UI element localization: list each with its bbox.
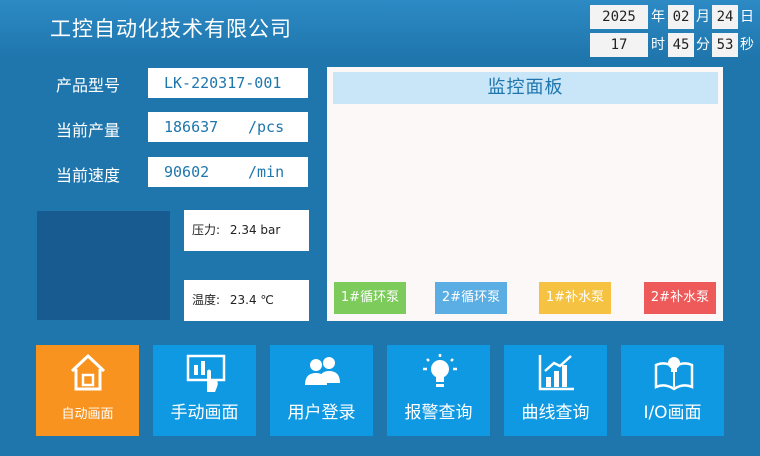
nav-curve-query-label: 曲线查询: [521, 403, 590, 423]
book-bulb-icon: [654, 357, 694, 391]
app-title: 工控自动化技术有限公司: [50, 17, 292, 41]
nav-alarm-query-label: 报警查询: [404, 403, 473, 423]
nav-user-login-label: 用户登录: [287, 403, 356, 423]
speed-value: 90602: [164, 163, 210, 181]
output-unit: /pcs: [248, 118, 285, 136]
pump-2-makeup-button[interactable]: 2#补水泵: [644, 282, 716, 314]
speed-field: 90602/min: [148, 157, 308, 187]
pressure-label: 压力:: [192, 223, 221, 237]
hour-unit: 时: [651, 37, 665, 53]
touch-screen-icon: [186, 354, 226, 392]
nav-auto-screen[interactable]: 自动画面: [36, 345, 139, 436]
year-unit: 年: [651, 9, 665, 25]
output-value: 186637: [164, 118, 219, 136]
pump-1-makeup-button[interactable]: 1#补水泵: [539, 282, 611, 314]
day-field: 24: [712, 5, 738, 29]
month-field: 02: [668, 5, 694, 29]
nav-auto-screen-label: 自动画面: [61, 407, 114, 422]
chart-icon: [538, 355, 574, 391]
hour-field: 17: [590, 33, 648, 57]
speed-label: 当前速度: [56, 166, 121, 185]
bulb-icon: [423, 354, 457, 387]
nav-io-screen-label: I/O画面: [643, 403, 702, 423]
second-unit: 秒: [740, 37, 754, 53]
nav-io-screen[interactable]: I/O画面: [621, 345, 724, 436]
home-icon: [70, 354, 106, 391]
day-unit: 日: [740, 9, 754, 25]
nav-alarm-query[interactable]: 报警查询: [387, 345, 490, 436]
output-label: 当前产量: [56, 121, 121, 140]
users-icon: [305, 357, 340, 385]
monitor-panel-title: 监控面板: [333, 72, 718, 104]
model-label: 产品型号: [56, 76, 121, 95]
month-unit: 月: [696, 9, 710, 25]
second-field: 53: [712, 33, 738, 57]
pressure-value: 2.34 bar: [229, 223, 281, 237]
model-field: LK-220317-001: [148, 68, 308, 98]
minute-unit: 分: [696, 37, 710, 53]
nav-manual-screen-label: 手动画面: [170, 403, 239, 423]
temperature-reading: 温度: 23.4 ℃: [184, 280, 309, 321]
nav-curve-query[interactable]: 曲线查询: [504, 345, 607, 436]
model-value: LK-220317-001: [164, 74, 282, 92]
temperature-value: 23.4 ℃: [229, 293, 274, 307]
nav-user-login[interactable]: 用户登录: [270, 345, 373, 436]
pump-1-circulation-button[interactable]: 1#循环泵: [334, 282, 406, 314]
year-field: 2025: [590, 5, 648, 29]
temperature-label: 温度:: [192, 293, 221, 307]
speed-unit: /min: [248, 163, 285, 181]
status-display-area: [37, 211, 170, 320]
monitor-panel: 监控面板 1#循环泵 2#循环泵 1#补水泵 2#补水泵: [327, 67, 723, 321]
output-field: 186637/pcs: [148, 112, 308, 142]
nav-manual-screen[interactable]: 手动画面: [153, 345, 256, 436]
minute-field: 45: [668, 33, 694, 57]
pressure-reading: 压力: 2.34 bar: [184, 210, 309, 251]
pump-2-circulation-button[interactable]: 2#循环泵: [435, 282, 507, 314]
